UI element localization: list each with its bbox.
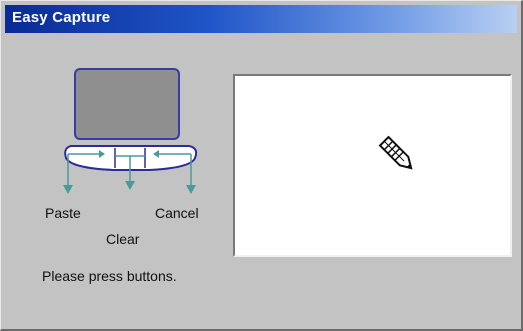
window-title: Easy Capture bbox=[12, 9, 111, 26]
title-bar[interactable]: Easy Capture bbox=[5, 5, 517, 33]
device-screen bbox=[74, 68, 180, 140]
signature-pad[interactable] bbox=[233, 74, 512, 257]
clear-button-label: Clear bbox=[106, 231, 140, 247]
easy-capture-window: Easy Capture Paste Clear Cancel Please p… bbox=[0, 0, 523, 331]
signature-device-diagram bbox=[63, 68, 198, 194]
status-message: Please press buttons. bbox=[42, 268, 177, 284]
cancel-button-label: Cancel bbox=[155, 205, 199, 221]
pen-cursor-icon bbox=[378, 135, 413, 170]
paste-button-label: Paste bbox=[45, 205, 81, 221]
